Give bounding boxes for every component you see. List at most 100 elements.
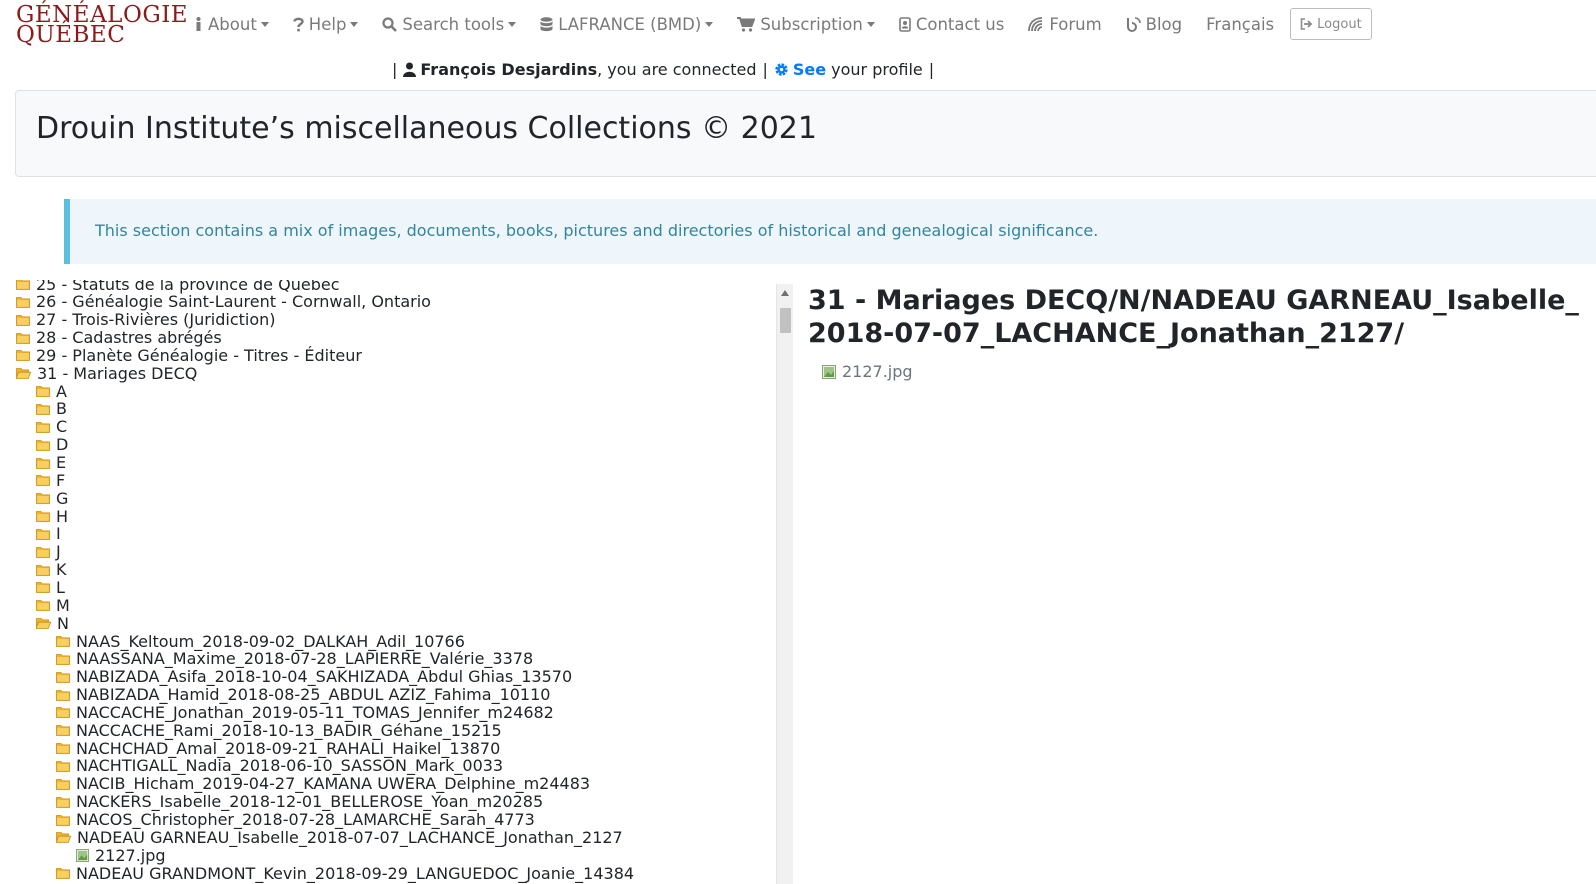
connected-text: , you are connected — [597, 59, 757, 79]
folder-icon — [16, 314, 30, 326]
tree-item-label: C — [56, 417, 68, 437]
folder-icon — [56, 653, 70, 665]
folder-path-heading: 31 - Mariages DECQ/N/NADEAU GARNEAU_Isab… — [808, 285, 1579, 349]
tree-folder-item[interactable]: NACHTIGALL_Nadia_2018-06-10_SASSON_Mark_… — [56, 756, 504, 776]
separator: | — [392, 59, 398, 79]
tree-folder-item[interactable]: I — [36, 524, 61, 543]
tree-folder-item[interactable]: F — [36, 470, 66, 490]
tree-folder-item[interactable]: 27 - Trois-Rivières (Juridiction) — [16, 310, 276, 329]
tree-folder-item[interactable]: 28 - Cadastres abrégés — [16, 328, 222, 347]
tree-folder-item[interactable]: NAAS_Keltoum_2018-09-02_DALKAH_Adil_1076… — [56, 632, 465, 651]
folder-icon — [36, 386, 50, 397]
tree-folder-item[interactable]: NABIZADA_Hamid_2018-08-25_ABDUL AZIZ_Fah… — [56, 685, 550, 704]
tree-item-label: NABIZADA_Asifa_2018-10-04_SAKHIZADA_Abdu… — [76, 667, 573, 687]
nav-language[interactable]: Français — [1206, 15, 1274, 34]
folder-icon — [56, 689, 70, 701]
folder-icon — [36, 421, 50, 433]
nav-subscription[interactable]: Subscription — [737, 15, 875, 34]
folder-open-icon — [56, 832, 71, 844]
page-header: Drouin Institute’s miscellaneous Collect… — [15, 90, 1596, 177]
folder-icon — [36, 546, 50, 558]
nav-blog[interactable]: Blog — [1126, 15, 1182, 34]
nav-forum[interactable]: Forum — [1028, 15, 1102, 34]
nav-help-label: Help — [308, 14, 347, 34]
top-navbar: GÉNÉALOGIE QUÉBEC About Help Search tool… — [0, 0, 1596, 50]
tree-folder-item[interactable]: NACIB_Hicham_2019-04-27_KAMANA UWERA_Del… — [56, 774, 590, 793]
tree-folder-item[interactable]: NACCACHE_Jonathan_2019-05-11_TOMAS_Jenni… — [56, 702, 554, 722]
folder-icon — [36, 582, 50, 594]
tree-folder-item[interactable]: G — [36, 489, 68, 508]
tree-folder-item[interactable]: NACKERS_Isabelle_2018-12-01_BELLEROSE_Yo… — [56, 792, 543, 811]
tree-folder-item[interactable]: NADEAU GRANDMONT_Kevin_2018-09-29_LANGUE… — [56, 864, 634, 883]
folder-icon — [16, 332, 30, 344]
nav-about-label: About — [208, 14, 257, 34]
profile-text: your profile — [831, 59, 923, 79]
user-name: François Desjardins — [420, 59, 598, 79]
nav-contact[interactable]: Contact us — [899, 15, 1004, 34]
nav-lafrance[interactable]: LAFRANCE (BMD) — [540, 14, 714, 34]
tree-folder-item[interactable]: K — [36, 560, 67, 579]
nav-about[interactable]: About — [194, 15, 269, 34]
tree-folder-item[interactable]: E — [36, 453, 66, 472]
search-icon — [382, 16, 398, 32]
scroll-up-arrow-icon[interactable] — [781, 290, 789, 296]
tree-folder-item[interactable]: D — [36, 435, 68, 454]
folder-open-icon — [16, 368, 31, 380]
folder-icon — [56, 868, 70, 879]
tree-item-label: B — [56, 399, 67, 419]
folder-icon — [36, 457, 50, 469]
tree-folder-item[interactable]: H — [36, 507, 68, 526]
tree-folder-item[interactable]: NABIZADA_Asifa_2018-10-04_SAKHIZADA_Abdu… — [56, 667, 573, 687]
tree-folder-item[interactable]: 26 - Généalogie Saint-Laurent - Cornwall… — [16, 292, 431, 311]
nav-lafrance-label: LAFRANCE (BMD) — [558, 14, 702, 34]
tree-folder-item[interactable]: L — [36, 577, 65, 597]
tree-file-item[interactable]: 2127.jpg — [76, 845, 166, 865]
contact-card-icon — [899, 16, 911, 32]
tree-folder-item[interactable]: NACCACHE_Rami_2018-10-13_BADIR_Géhane_15… — [56, 721, 502, 740]
tree-item-label: M — [56, 595, 70, 615]
tree-item-label: 2127.jpg — [95, 845, 166, 865]
tree-item-label: NACHTIGALL_Nadia_2018-06-10_SASSON_Mark_… — [76, 756, 504, 776]
file-item[interactable]: 2127.jpg — [822, 362, 913, 381]
cart-icon — [737, 16, 756, 32]
tree-item-label: NAASSANA_Maxime_2018-07-28_LAPIERRE_Valé… — [76, 649, 534, 669]
logo-line-2: QUÉBEC — [16, 22, 126, 48]
site-logo[interactable]: GÉNÉALOGIE QUÉBEC — [16, 0, 188, 50]
tree-item-label: NACOS_Christopher_2018-07-28_LAMARCHE_Sa… — [76, 810, 535, 829]
tree-item-label: F — [56, 470, 66, 490]
info-alert: This section contains a mix of images, d… — [64, 199, 1596, 264]
folder-icon — [36, 439, 50, 451]
separator: | — [928, 59, 935, 79]
nav-help[interactable]: Help — [293, 15, 359, 34]
folder-icon — [56, 761, 70, 772]
tree-scrollbar[interactable] — [776, 284, 793, 884]
see-profile-link[interactable]: See — [793, 60, 826, 79]
tree-folder-item[interactable]: NAASSANA_Maxime_2018-07-28_LAPIERRE_Valé… — [56, 649, 534, 669]
tree-folder-item[interactable]: 31 - Mariages DECQ — [16, 364, 197, 383]
tree-folder-item[interactable]: B — [36, 399, 67, 419]
scrollbar-thumb[interactable] — [780, 308, 791, 333]
tree-item-label: L — [56, 577, 65, 597]
tree-folder-item[interactable]: NADEAU GARNEAU_Isabelle_2018-07-07_LACHA… — [56, 828, 623, 847]
tree-folder-item[interactable]: N — [36, 614, 69, 633]
folder-icon — [36, 511, 50, 522]
user-status-bar: | François Desjardins , you are connecte… — [392, 58, 940, 80]
folder-icon — [56, 671, 70, 683]
folder-icon — [36, 475, 50, 487]
tree-folder-item[interactable]: A — [36, 382, 67, 401]
tree-folder-item[interactable]: 25 - Statuts de la province de Québec — [16, 280, 339, 294]
question-icon — [293, 17, 304, 31]
nav-search-tools[interactable]: Search tools — [382, 15, 517, 34]
folder-icon — [56, 725, 70, 737]
tree-folder-item[interactable]: C — [36, 417, 68, 437]
tree-item-label: NACCACHE_Jonathan_2019-05-11_TOMAS_Jenni… — [76, 702, 554, 722]
tree-folder-item[interactable]: M — [36, 595, 70, 615]
tree-folder-item[interactable]: 29 - Planète Généalogie - Titres - Édite… — [16, 346, 362, 365]
folder-icon — [36, 493, 50, 505]
tree-item-label: J — [56, 542, 61, 562]
blog-icon — [1126, 16, 1141, 32]
tree-folder-item[interactable]: NACHCHAD_Amal_2018-09-21_RAHALI_Haikel_1… — [56, 739, 500, 758]
logout-button[interactable]: Logout — [1290, 8, 1372, 40]
tree-folder-item[interactable]: NACOS_Christopher_2018-07-28_LAMARCHE_Sa… — [56, 810, 535, 829]
tree-folder-item[interactable]: J — [36, 542, 61, 562]
